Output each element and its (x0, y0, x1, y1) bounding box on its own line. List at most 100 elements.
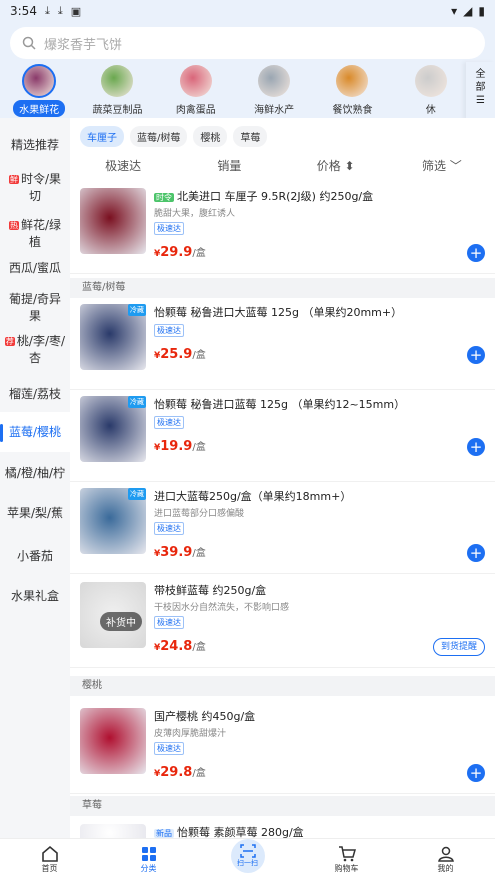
category-item[interactable]: 海鲜水产 (235, 62, 313, 118)
product-title: 进口大蓝莓250g/盒（单果约18mm+） (154, 488, 351, 504)
subcategory-chip[interactable]: 草莓 (233, 126, 268, 147)
sidebar-item-text: 蓝莓/樱桃 (9, 424, 61, 441)
price-unit: /盒 (192, 442, 206, 453)
sidebar-item-text: 水果礼盒 (11, 588, 59, 605)
tab-profile-label: 我的 (437, 864, 454, 873)
sidebar-item[interactable]: 荐桃/李/枣/杏 (0, 328, 70, 372)
category-item[interactable]: 水果鲜花 (0, 62, 78, 118)
sidebar-item[interactable]: 鲜时令/果切 (0, 166, 70, 210)
product-card[interactable]: 国产樱桃 约450g/盒 皮薄肉厚脆甜爆汁 极速达 ¥29.8/盒 + (70, 702, 495, 794)
section-header: 蓝莓/树莓 (70, 278, 495, 298)
speed-badge: 极速达 (154, 222, 184, 235)
price-value: 29.8 (160, 765, 193, 780)
download-icon: ⤓ (44, 4, 50, 17)
product-card[interactable]: 补货中 带枝鲜蓝莓 约250g/盒 干枝因水分自然流失，不影响口感 极速达 ¥24.8/… (70, 576, 495, 668)
product-subtitle: 进口蓝莓部分口感偏酸 (154, 509, 245, 519)
sort-option[interactable]: 极速达 (70, 157, 176, 174)
search-input[interactable]: 爆浆香芋飞饼 (10, 27, 485, 59)
product-card[interactable]: 时令 北美进口 车厘子 9.5R(2J级) 约250g/盒脆甜大果，腹红诱人 极速达… (70, 182, 495, 274)
product-title: 新品 怡颗莓 素颜草莓 280g/盒 (154, 824, 304, 838)
sidebar-item-label: 榴莲/荔枝 (8, 386, 62, 401)
sort-option[interactable]: 筛选 ﹀ (389, 157, 495, 174)
product-title-text: 带枝鲜蓝莓 约250g/盒 (154, 584, 267, 597)
sidebar-item-label: 桃/李/枣/杏 (16, 334, 66, 365)
category-item[interactable]: 肉禽蛋品 (157, 62, 235, 118)
product-image (80, 188, 146, 254)
scan-button[interactable]: 扫一扫 (230, 838, 265, 873)
price-value: 25.9 (160, 347, 193, 362)
add-to-cart-icon[interactable]: + (467, 544, 485, 562)
sidebar-item-label: 葡提/奇异果 (8, 292, 62, 323)
subcategory-chip[interactable]: 蓝莓/树莓 (130, 126, 188, 147)
sort-option[interactable]: 价格 ⬍ (283, 157, 389, 174)
product-subtitle: 脆甜大果，腹红诱人 (154, 209, 236, 219)
add-to-cart-icon[interactable]: + (467, 244, 485, 262)
all-categories-button[interactable]: 全部 ☰ (466, 62, 495, 120)
speed-badge: 极速达 (154, 416, 184, 429)
home-icon (41, 845, 58, 862)
sidebar-item-label: 西瓜/蜜瓜 (8, 260, 62, 275)
sidebar-item-label: 精选推荐 (10, 137, 59, 152)
tab-scan[interactable]: 扫一扫 (198, 838, 297, 880)
product-image (80, 824, 146, 838)
product-title-text: 进口大蓝莓250g/盒（单果约18mm+） (154, 490, 352, 503)
add-to-cart-icon[interactable]: + (467, 346, 485, 364)
product-title-text: 北美进口 车厘子 9.5R(2J级) 约250g/盒 (177, 190, 374, 203)
sidebar-item[interactable]: 精选推荐 (0, 124, 70, 166)
product-image: 补货中 (80, 582, 146, 648)
category-label: 休 (425, 105, 436, 116)
product-image: 冷藏 (80, 396, 146, 462)
product-tag: 时令 (154, 193, 174, 202)
speed-badge: 极速达 (154, 324, 184, 337)
product-card[interactable]: 冷藏 怡颗莓 秘鲁进口蓝莓 125g （单果约12~15mm） 极速达 ¥19.9/盒… (70, 390, 495, 482)
category-image (336, 65, 369, 97)
profile-icon (437, 846, 454, 862)
category-icon (141, 847, 156, 861)
sidebar-item[interactable]: 小番茄 (0, 536, 70, 576)
category-item[interactable]: 休 (392, 62, 470, 118)
product-card[interactable]: 冷藏 怡颗莓 秘鲁进口大蓝莓 125g （单果约20mm+） 极速达 ¥25.9/盒 + (70, 298, 495, 390)
product-card[interactable]: 新品 怡颗莓 素颜草莓 280g/盒 (70, 818, 495, 838)
sidebar-item-text: 小番茄 (17, 548, 53, 565)
category-image (179, 65, 212, 97)
product-price: ¥29.9/盒 (154, 244, 206, 260)
app-notification-icon: ▣ (70, 4, 82, 18)
sidebar-item-label: 小番茄 (16, 548, 53, 563)
product-tag: 新品 (154, 829, 174, 838)
category-strip: 水果鲜花 蔬菜豆制品 肉禽蛋品 海鲜水产 餐饮熟食 休 (0, 62, 470, 118)
product-price: ¥19.9/盒 (154, 438, 206, 454)
product-subtitle: 干枝因水分自然流失，不影响口感 (154, 603, 290, 613)
sidebar-item[interactable]: 苹果/梨/蕉 (0, 492, 70, 534)
app: 3:54 ⤓ ⤓ ▣ ▾ ◢ ▮ 爆浆香芋飞饼 水果鲜花 蔬菜豆制品 肉禽蛋品 海鲜水… (0, 0, 495, 880)
sidebar-item[interactable]: 橘/橙/柚/柠 (0, 452, 70, 494)
tab-profile[interactable]: 我的 (396, 839, 495, 880)
add-to-cart-icon[interactable]: + (467, 438, 485, 456)
product-price: ¥25.9/盒 (154, 346, 206, 362)
sidebar-tag-badge: 荐 (4, 337, 15, 346)
sidebar-item[interactable]: 西瓜/蜜瓜 (0, 248, 70, 288)
sidebar-item[interactable]: 水果礼盒 (0, 576, 70, 616)
arrival-reminder-button[interactable]: 到货提醒 (433, 638, 485, 656)
bottom-tab-bar: 首页 分类 扫一扫 购物车 我的 (0, 838, 495, 880)
product-title-text: 怡颗莓 秘鲁进口大蓝莓 125g （单果约20mm+） (154, 306, 403, 319)
category-item[interactable]: 餐饮熟食 (313, 62, 391, 118)
tab-category[interactable]: 分类 (99, 839, 198, 880)
cart-icon (338, 846, 356, 862)
category-item[interactable]: 蔬菜豆制品 (78, 62, 156, 118)
subcategory-chip[interactable]: 车厘子 (80, 126, 124, 147)
tab-home[interactable]: 首页 (0, 839, 99, 880)
product-card[interactable]: 冷藏 进口大蓝莓250g/盒（单果约18mm+） 进口蓝莓部分口感偏酸 极速达 ¥39.… (70, 482, 495, 574)
sidebar-item-text: 鲜时令/果切 (4, 171, 66, 205)
sidebar-item[interactable]: 榴莲/荔枝 (0, 374, 70, 414)
status-time: 3:54 (10, 4, 37, 18)
subcategory-chip[interactable]: 樱桃 (193, 126, 228, 147)
menu-icon: ☰ (476, 95, 485, 106)
price-unit: /盒 (192, 768, 206, 779)
tab-home-label: 首页 (41, 864, 58, 873)
sort-option[interactable]: 销量 (176, 157, 282, 174)
tab-cart[interactable]: 购物车 (297, 839, 396, 880)
speed-badge: 极速达 (154, 742, 184, 755)
sidebar-item[interactable]: 葡提/奇异果 (0, 288, 70, 328)
sidebar-item[interactable]: 蓝莓/樱桃 (0, 412, 70, 452)
add-to-cart-icon[interactable]: + (467, 764, 485, 782)
